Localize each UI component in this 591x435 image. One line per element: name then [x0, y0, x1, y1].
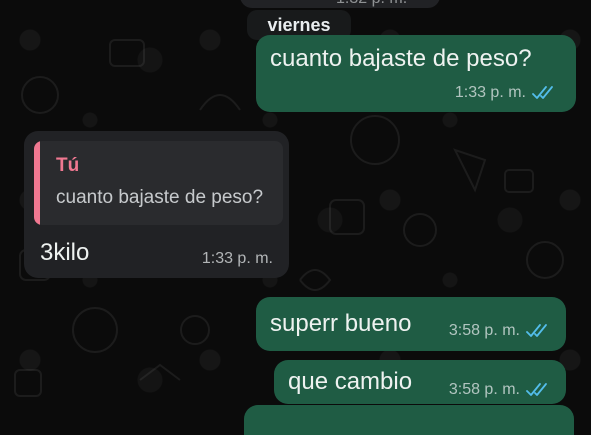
- previous-message-time: 1:32 p. m.: [336, 0, 407, 8]
- message-time: 1:33 p. m.: [201, 250, 273, 267]
- outgoing-message-bubble[interactable]: superr bueno 3:58 p. m.: [256, 297, 566, 351]
- double-check-icon: [526, 383, 547, 396]
- message-meta: 1:33 p. m.: [455, 84, 556, 102]
- incoming-message-bubble[interactable]: Tú cuanto bajaste de peso? 3kilo 1:33 p.…: [24, 131, 289, 278]
- double-check-icon: [532, 86, 553, 99]
- outgoing-message-bubble[interactable]: que cambio 3:58 p. m.: [274, 360, 566, 404]
- message-text: cuanto bajaste de peso?: [270, 45, 532, 72]
- message-text: superr bueno: [270, 310, 412, 337]
- quoted-message[interactable]: Tú cuanto bajaste de peso?: [34, 141, 283, 225]
- quoted-text: cuanto bajaste de peso?: [56, 187, 264, 208]
- next-message-bubble[interactable]: [244, 405, 574, 435]
- message-meta: 1:33 p. m.: [202, 250, 273, 268]
- double-check-icon: [526, 324, 547, 337]
- message-time: 1:33 p. m.: [454, 84, 526, 101]
- quote-accent-bar: [34, 141, 40, 225]
- message-meta: 3:58 p. m.: [449, 381, 550, 399]
- outgoing-message-bubble[interactable]: cuanto bajaste de peso? 1:33 p. m.: [256, 35, 576, 112]
- message-text: 3kilo: [40, 239, 90, 266]
- message-text: que cambio: [288, 368, 413, 395]
- message-meta: 3:58 p. m.: [449, 322, 550, 340]
- quoted-author: Tú: [56, 155, 80, 176]
- message-time: 3:58 p. m.: [448, 322, 520, 339]
- message-time: 3:58 p. m.: [448, 381, 520, 398]
